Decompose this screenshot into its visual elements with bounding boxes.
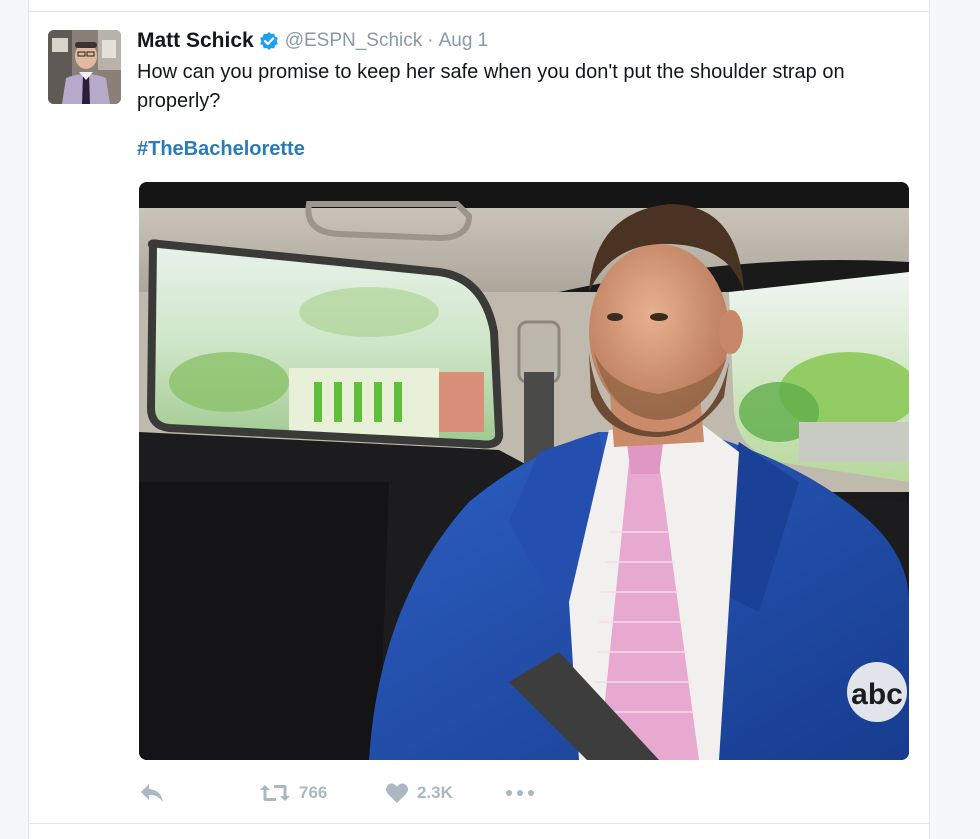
more-dots-icon bbox=[505, 788, 535, 798]
verified-badge-icon bbox=[259, 31, 279, 51]
car-interior-photo: abc bbox=[139, 182, 909, 760]
abc-watermark: abc bbox=[851, 678, 903, 711]
header-separator: · bbox=[427, 30, 434, 51]
bottom-divider bbox=[29, 823, 929, 824]
tweet-card: Matt Schick @ESPN_Schick · Aug 1 How can… bbox=[28, 0, 930, 839]
tweet-text: How can you promise to keep her safe whe… bbox=[137, 61, 845, 112]
author-handle[interactable]: @ESPN_Schick bbox=[285, 30, 423, 52]
like-button[interactable]: 2.3K bbox=[385, 778, 453, 808]
hashtag-link[interactable]: #TheBachelorette bbox=[137, 138, 305, 161]
like-count: 2.3K bbox=[417, 783, 453, 802]
avatar-photo bbox=[48, 30, 121, 104]
avatar[interactable] bbox=[48, 30, 121, 104]
retweet-icon bbox=[259, 782, 291, 804]
tweet-media-image[interactable]: abc bbox=[139, 182, 909, 760]
tweet-date[interactable]: Aug 1 bbox=[439, 30, 489, 52]
reply-button[interactable] bbox=[139, 778, 165, 808]
retweet-count: 766 bbox=[299, 783, 328, 802]
reply-icon bbox=[139, 782, 165, 804]
heart-icon bbox=[385, 782, 409, 804]
top-divider bbox=[29, 11, 929, 12]
tweet-header: Matt Schick @ESPN_Schick · Aug 1 bbox=[137, 28, 488, 54]
tweet-action-bar: 766 2.3K bbox=[137, 778, 637, 808]
more-options-button[interactable] bbox=[505, 778, 535, 808]
retweet-button[interactable]: 766 bbox=[259, 778, 327, 808]
author-name[interactable]: Matt Schick bbox=[137, 29, 254, 53]
